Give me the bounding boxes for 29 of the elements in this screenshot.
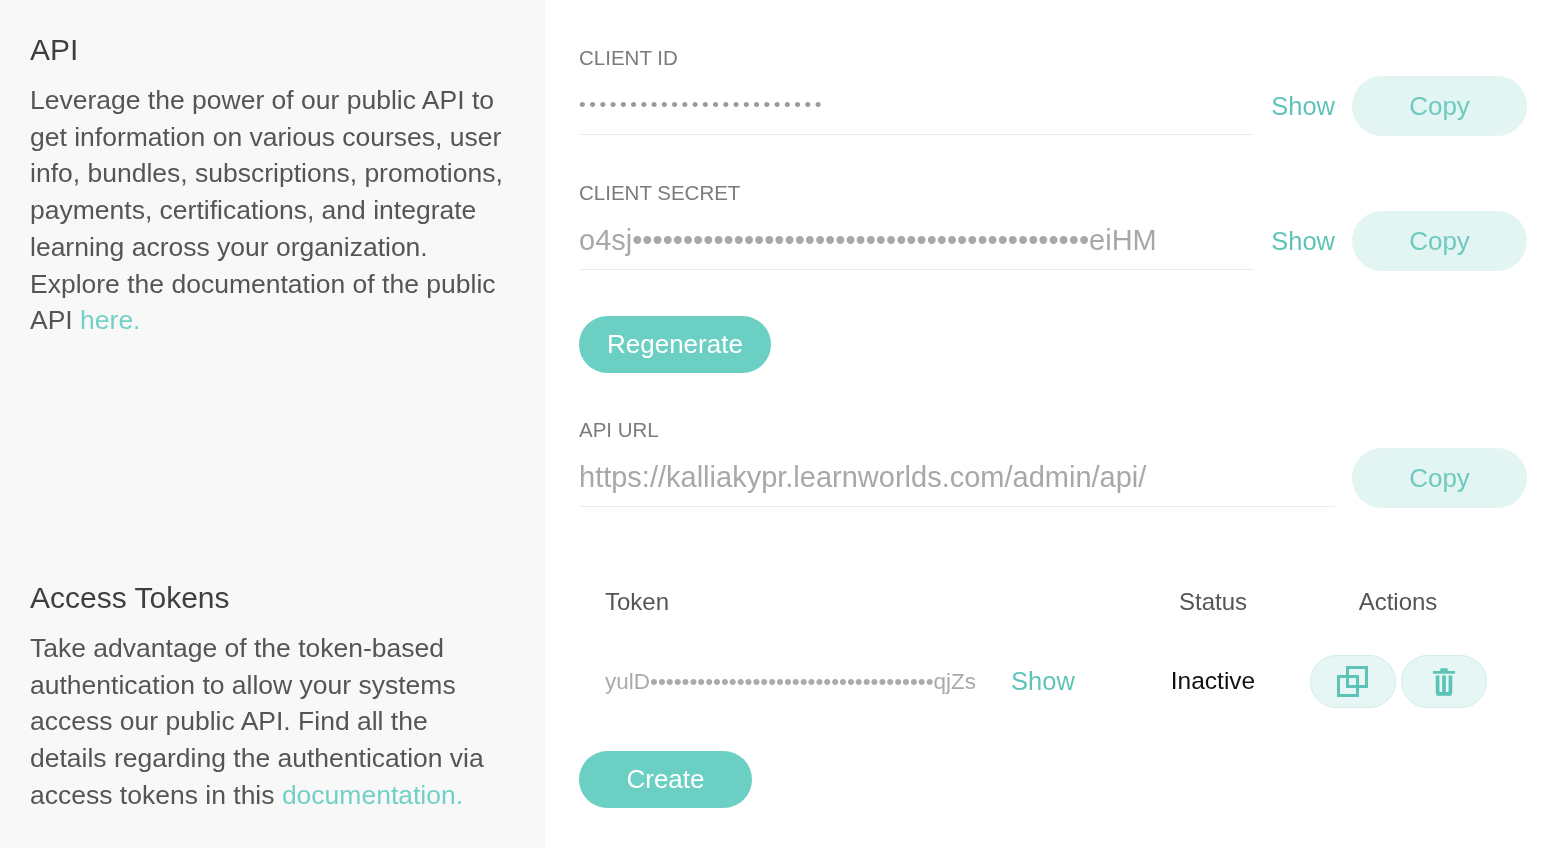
show-link[interactable]: Show: [1271, 225, 1335, 257]
field-label: CLIENT SECRET: [579, 181, 742, 205]
section-description: Leverage the power of our public API to get information on various courses, user info, bundles, subscriptions, promotions, payments, certifications, and integrate learning across your organization. Explore the documentation of the public API here.: [30, 84, 504, 338]
copy-button[interactable]: Copy: [1352, 76, 1527, 136]
masked-field[interactable]: ••••••••••••••••••••••••: [579, 77, 1255, 135]
show-link[interactable]: Show: [1271, 90, 1335, 122]
secret-field[interactable]: o4sj•••••••••••••••••••••••••••••••••••••••••••••eiHM: [579, 212, 1255, 270]
copy-button[interactable]: Copy: [1352, 448, 1527, 508]
section-title: API: [30, 32, 80, 68]
documentation-link[interactable]: documentation.: [281, 779, 464, 810]
trash-icon: [1432, 666, 1455, 697]
column-header: Status: [1178, 588, 1247, 616]
section-title: Access Tokens: [30, 580, 231, 616]
field-label: CLIENT ID: [579, 46, 679, 70]
url-field[interactable]: https://kalliakypr.learnworlds.com/admin/api/: [579, 449, 1335, 507]
status-text: Inactive: [1170, 666, 1256, 697]
field-label: API URL: [579, 418, 660, 442]
documentation-link[interactable]: here.: [80, 305, 141, 336]
create-button[interactable]: Create: [579, 751, 752, 808]
section-description: Take advantage of the token-based authentication to allow your systems access our public API. Find all the details regarding the authentication via access tokens in this documentation.: [30, 632, 485, 812]
show-link[interactable]: Show: [1011, 666, 1075, 697]
copy-icon: [1337, 666, 1368, 697]
token-value: yulD••••••••••••••••••••••••••••••••••••qjZs: [605, 667, 977, 696]
column-header: Token: [605, 588, 670, 616]
column-header: Actions: [1358, 588, 1438, 616]
copy-button[interactable]: Copy: [1352, 211, 1527, 271]
regenerate-button[interactable]: Regenerate: [579, 316, 771, 373]
delete-button[interactable]: [1400, 655, 1487, 708]
copy-button[interactable]: [1309, 655, 1396, 708]
